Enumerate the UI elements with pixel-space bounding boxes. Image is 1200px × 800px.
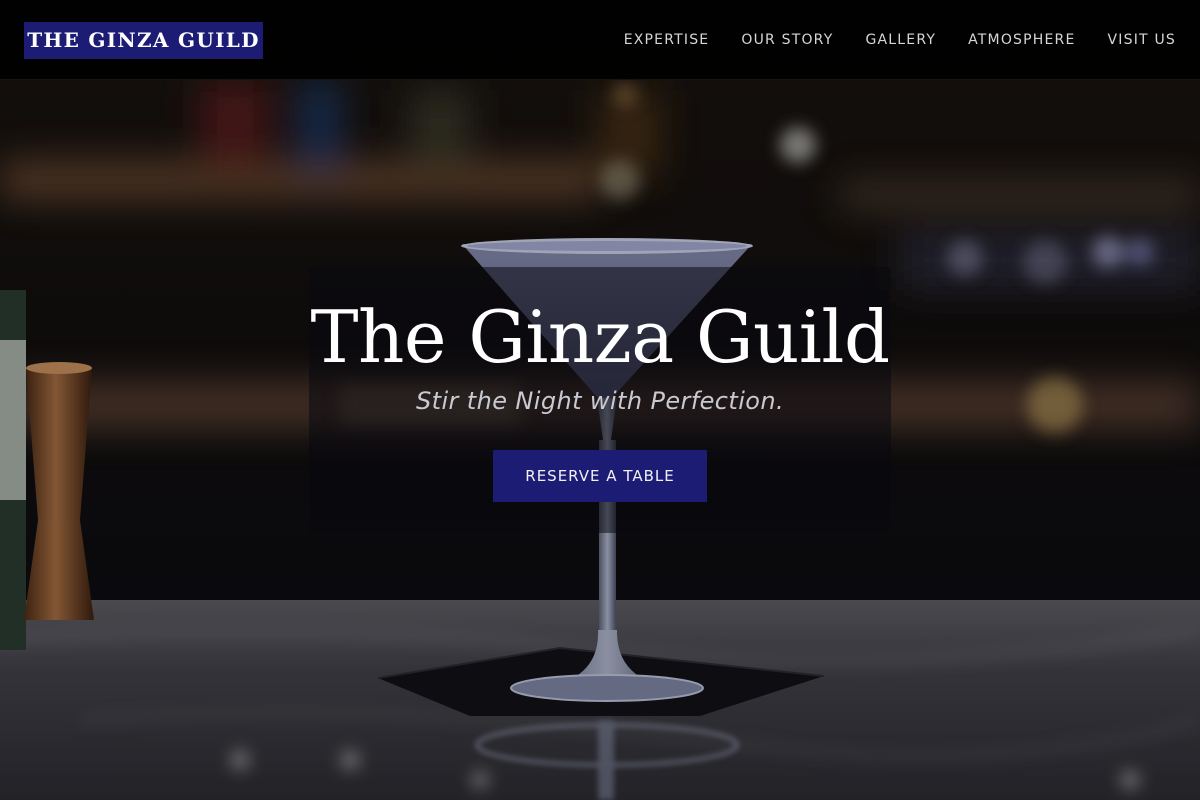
hero-tagline: Stir the Night with Perfection. [416, 387, 784, 415]
nav-link-our-story[interactable]: OUR STORY [741, 32, 833, 48]
hero-card: The Ginza Guild Stir the Night with Perf… [309, 267, 891, 533]
nav-link-expertise[interactable]: EXPERTISE [624, 32, 710, 48]
hero-title: The Ginza Guild [310, 295, 890, 379]
nav-link-visit-us[interactable]: VISIT US [1108, 32, 1176, 48]
nav-link-gallery[interactable]: GALLERY [865, 32, 936, 48]
brand-logo[interactable]: THE GINZA GUILD [24, 22, 263, 59]
reserve-table-button[interactable]: RESERVE A TABLE [493, 450, 707, 502]
nav-links: EXPERTISE OUR STORY GALLERY ATMOSPHERE V… [624, 0, 1176, 80]
nav-link-atmosphere[interactable]: ATMOSPHERE [968, 32, 1075, 48]
top-navbar: THE GINZA GUILD EXPERTISE OUR STORY GALL… [0, 0, 1200, 80]
